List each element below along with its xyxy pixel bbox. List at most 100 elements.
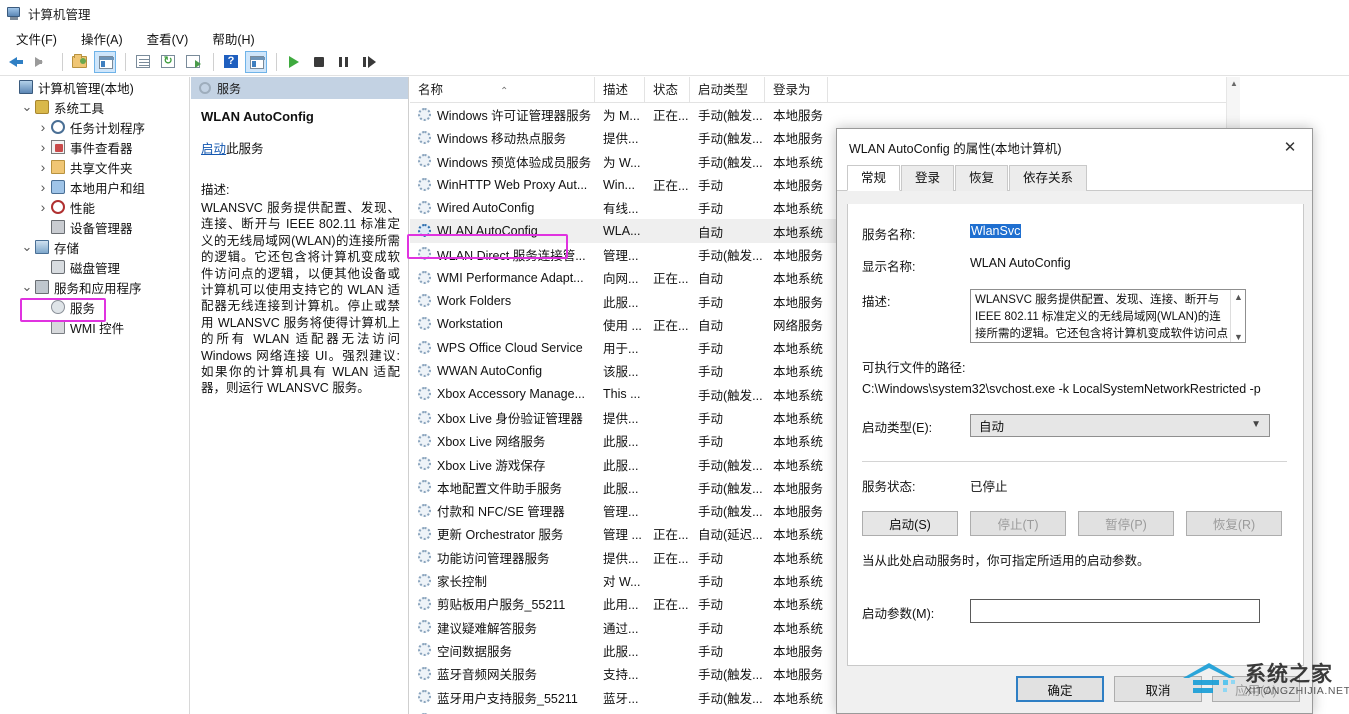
column-header-3[interactable]: 启动类型: [690, 77, 765, 103]
cancel-button[interactable]: 取消: [1114, 676, 1202, 702]
column-header-2[interactable]: 状态: [645, 77, 690, 103]
dialog-tabs: 常规登录恢复依存关系: [837, 165, 1312, 191]
chevron-down-icon[interactable]: ⌄: [20, 102, 34, 112]
chevron-right-icon[interactable]: ›: [36, 119, 50, 135]
storage-icon: [34, 239, 50, 255]
display-name-label: 显示名称:: [848, 256, 970, 275]
up-folder-icon[interactable]: [69, 51, 91, 73]
column-header-1[interactable]: 描述: [595, 77, 645, 103]
chevron-right-icon[interactable]: ›: [36, 179, 50, 195]
cell-logon-as: 本地系统: [765, 571, 828, 590]
start-service-link-row: 启动此服务: [201, 138, 400, 157]
service-gear-icon: [418, 131, 432, 145]
service-gear-icon: [418, 667, 432, 681]
menu-item-help[interactable]: 帮助(H): [202, 29, 264, 48]
tree-node-label: 计算机管理(本地): [38, 78, 134, 97]
tree-node-8[interactable]: ⌄ 存储: [0, 237, 189, 257]
service-gear-icon: [418, 690, 432, 704]
service-start-button[interactable]: 启动(S): [862, 511, 958, 536]
cell-description: 管理 ...: [595, 524, 645, 543]
chevron-down-icon[interactable]: ⌄: [20, 242, 34, 252]
back-icon[interactable]: [6, 51, 28, 73]
show-hide-tree-icon[interactable]: [94, 51, 116, 73]
selected-service-title: WLAN AutoConfig: [201, 109, 400, 124]
tree-node-2[interactable]: ›任务计划程序: [0, 117, 189, 137]
export-list-icon[interactable]: [182, 51, 204, 73]
description-panel: 服务 WLAN AutoConfig 启动此服务 描述: WLANSVC 服务提…: [191, 77, 409, 714]
cell-service-name: Workstation: [410, 317, 595, 331]
tree-node-6[interactable]: › 性能: [0, 197, 189, 217]
display-name-value[interactable]: WLAN AutoConfig: [970, 256, 1071, 270]
executable-path-label: 可执行文件的路径:: [848, 357, 1303, 376]
tree-node-10[interactable]: ⌄服务和应用程序: [0, 277, 189, 297]
service-resume-button: 恢复(R): [1186, 511, 1282, 536]
cell-service-name: Wired AutoConfig: [410, 201, 595, 215]
menu-item-action[interactable]: 操作(A): [71, 29, 133, 48]
restart-service-icon[interactable]: [358, 51, 380, 73]
cell-logon-as: 本地服务: [765, 175, 828, 194]
help-icon[interactable]: ?: [220, 51, 242, 73]
refresh-icon[interactable]: ↻: [157, 51, 179, 73]
service-name-text: 家长控制: [437, 571, 487, 590]
description-body-text: WLANSVC 服务提供配置、发现、连接、断开与 IEEE 802.11 标准定…: [201, 200, 400, 397]
dialog-description-textarea[interactable]: WLANSVC 服务提供配置、发现、连接、断开与 IEEE 802.11 标准定…: [970, 289, 1246, 343]
cell-description: 该服...: [595, 361, 645, 380]
service-name-text: 剪贴板用户服务_55211: [437, 594, 565, 613]
tree-node-1[interactable]: ⌄系统工具: [0, 97, 189, 117]
tree-node-3[interactable]: ›事件查看器: [0, 137, 189, 157]
column-header-4[interactable]: 登录为: [765, 77, 828, 103]
table-row[interactable]: Windows 许可证管理器服务为 M...正在...手动(触发...本地服务: [410, 103, 1240, 126]
chevron-down-icon[interactable]: ⌄: [20, 282, 34, 292]
apply-button: 应用(A): [1212, 676, 1300, 702]
forward-icon[interactable]: [31, 51, 53, 73]
column-header-0[interactable]: 名称⌃: [410, 77, 595, 103]
tree-node-7[interactable]: 设备管理器: [0, 217, 189, 237]
description-scroll-down-icon[interactable]: ▼: [1231, 330, 1246, 343]
cell-status: 正在...: [645, 524, 690, 543]
tree-node-5[interactable]: ›本地用户和组: [0, 177, 189, 197]
startup-type-select[interactable]: 自动 ▼: [970, 414, 1270, 437]
tree-node-label: 存储: [54, 238, 79, 257]
show-action-pane-icon[interactable]: [245, 51, 267, 73]
tree-node-11[interactable]: 服务: [0, 297, 189, 317]
start-service-link[interactable]: 启动: [201, 142, 226, 156]
chevron-right-icon[interactable]: ›: [36, 199, 50, 215]
cell-startup-type: 手动(触发...: [690, 455, 765, 474]
description-scroll-up-icon[interactable]: ▲: [1231, 290, 1246, 304]
cell-service-name: 功能访问管理器服务: [410, 548, 595, 567]
description-scrollbar[interactable]: ▲ ▼: [1230, 290, 1245, 343]
chevron-right-icon[interactable]: ›: [36, 159, 50, 175]
menu-item-view[interactable]: 查看(V): [137, 29, 199, 48]
tab-2[interactable]: 恢复: [955, 165, 1008, 191]
stop-service-icon[interactable]: [308, 51, 330, 73]
pause-service-icon[interactable]: [333, 51, 355, 73]
chevron-right-icon[interactable]: ›: [36, 139, 50, 155]
tree-node-label: WMI 控件: [70, 318, 124, 337]
service-gear-icon: [418, 434, 432, 448]
tree-node-0[interactable]: 计算机管理(本地): [0, 77, 189, 97]
service-gear-icon: [418, 178, 432, 192]
tree-node-12[interactable]: WMI 控件: [0, 317, 189, 337]
cell-service-name: Windows 许可证管理器服务: [410, 105, 595, 124]
start-service-icon[interactable]: [283, 51, 305, 73]
service-name-value[interactable]: WlanSvc: [970, 224, 1021, 238]
cell-logon-as: 本地系统: [765, 455, 828, 474]
tree-node-9[interactable]: 磁盘管理: [0, 257, 189, 277]
start-params-input[interactable]: [970, 599, 1260, 623]
cell-startup-type: 手动: [690, 618, 765, 637]
properties-icon[interactable]: [132, 51, 154, 73]
service-control-buttons: 启动(S)停止(T)暂停(P)恢复(R): [848, 511, 1303, 536]
tab-1[interactable]: 登录: [901, 165, 954, 191]
close-icon[interactable]: ✕: [1268, 129, 1312, 165]
ok-button[interactable]: 确定: [1016, 676, 1104, 702]
tree-node-4[interactable]: ›共享文件夹: [0, 157, 189, 177]
cell-logon-as: 本地系统: [765, 152, 828, 171]
cell-service-name: 本地配置文件助手服务: [410, 478, 595, 497]
tab-3[interactable]: 依存关系: [1009, 165, 1087, 191]
cell-logon-as: 本地服务: [765, 478, 828, 497]
tab-0[interactable]: 常规: [847, 165, 900, 191]
scroll-up-arrow[interactable]: ▲: [1227, 77, 1240, 91]
menu-item-file[interactable]: 文件(F): [6, 29, 67, 48]
tree-node-label: 性能: [70, 198, 95, 217]
cell-startup-type: 手动(触发...: [690, 245, 765, 264]
